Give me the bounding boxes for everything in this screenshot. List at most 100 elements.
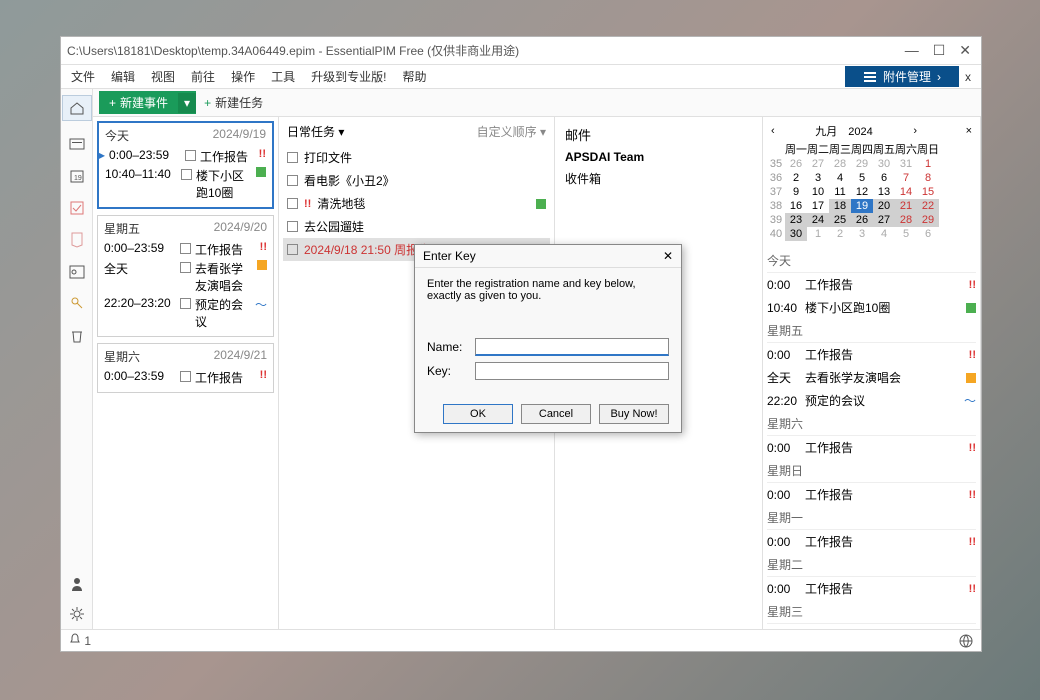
cal-day[interactable]: 26 [851, 213, 873, 227]
cal-day[interactable]: 19 [851, 199, 873, 213]
cal-day[interactable]: 26 [785, 157, 807, 171]
agenda-row[interactable]: 0:00工作报告!! [767, 530, 976, 553]
cal-day[interactable]: 23 [785, 213, 807, 227]
name-input[interactable] [475, 338, 669, 356]
menu-帮助[interactable]: 帮助 [396, 66, 432, 87]
cal-day[interactable]: 2 [785, 171, 807, 185]
nav-user[interactable] [68, 575, 86, 593]
cal-prev[interactable]: ‹ [771, 125, 775, 137]
menu-编辑[interactable]: 编辑 [105, 66, 141, 87]
menu-前往[interactable]: 前往 [185, 66, 221, 87]
cal-day[interactable]: 24 [807, 213, 829, 227]
cal-day[interactable]: 11 [829, 185, 851, 199]
nav-trash[interactable] [68, 327, 86, 345]
nav-passwords[interactable] [68, 295, 86, 313]
cal-day[interactable]: 29 [917, 213, 939, 227]
event-row[interactable]: 10:40–11:40楼下小区跑10圈 [105, 167, 266, 201]
cal-day[interactable]: 14 [895, 185, 917, 199]
cal-day[interactable]: 27 [873, 213, 895, 227]
agenda-row[interactable]: 0:00工作报告!! [767, 577, 976, 600]
menu-操作[interactable]: 操作 [225, 66, 261, 87]
globe-button[interactable] [959, 634, 973, 648]
cal-day[interactable]: 10 [807, 185, 829, 199]
day-card[interactable]: 星期五2024/9/200:00–23:59工作报告!!全天去看张学友演唱会22… [97, 215, 274, 337]
cal-day[interactable]: 30 [873, 157, 895, 171]
cal-day[interactable]: 20 [873, 199, 895, 213]
task-row[interactable]: 去公园遛娃 [283, 215, 550, 238]
cal-day[interactable]: 30 [785, 227, 807, 241]
agenda-row[interactable]: 0:00工作报告!! [767, 273, 976, 296]
event-row[interactable]: 0:00–23:59工作报告!! [104, 369, 267, 386]
menu-升级到专业版![interactable]: 升级到专业版! [305, 66, 392, 87]
cancel-button[interactable]: Cancel [521, 404, 591, 424]
cal-day[interactable]: 7 [895, 171, 917, 185]
agenda-row[interactable]: 10:40楼下小区跑10圈 [767, 296, 976, 319]
agenda-row[interactable]: 0:00工作报告!! [767, 343, 976, 366]
new-task-button[interactable]: + 新建任务 [204, 94, 263, 111]
event-row[interactable]: 22:20–23:20预定的会议〜 [104, 296, 267, 330]
nav-settings[interactable] [68, 605, 86, 623]
day-card[interactable]: 今天2024/9/19▸0:00–23:59工作报告!!10:40–11:40楼… [97, 121, 274, 209]
cal-day[interactable]: 18 [829, 199, 851, 213]
cal-day[interactable]: 22 [917, 199, 939, 213]
mail-inbox[interactable]: 收件箱 [559, 166, 758, 191]
nav-home[interactable] [62, 95, 92, 121]
cal-close[interactable]: × [966, 125, 972, 137]
ok-button[interactable]: OK [443, 404, 513, 424]
cal-day[interactable]: 1 [807, 227, 829, 241]
tasks-sort[interactable]: 自定义顺序 ▾ [477, 123, 546, 140]
notifications[interactable]: 1 [69, 633, 91, 648]
menu-视图[interactable]: 视图 [145, 66, 181, 87]
cal-day[interactable]: 4 [873, 227, 895, 241]
maximize-button[interactable]: ☐ [933, 42, 946, 59]
day-card[interactable]: 星期六2024/9/210:00–23:59工作报告!! [97, 343, 274, 393]
event-row[interactable]: ▸0:00–23:59工作报告!! [105, 148, 266, 165]
menu-工具[interactable]: 工具 [265, 66, 301, 87]
task-row[interactable]: !!清洗地毯 [283, 192, 550, 215]
cal-day[interactable]: 2 [829, 227, 851, 241]
nav-tasks[interactable] [68, 199, 86, 217]
cal-day[interactable]: 6 [873, 171, 895, 185]
cal-day[interactable]: 13 [873, 185, 895, 199]
nav-notes[interactable] [68, 231, 86, 249]
cal-day[interactable]: 12 [851, 185, 873, 199]
cal-day[interactable]: 6 [917, 227, 939, 241]
agenda-row[interactable]: 全天去看张学友演唱会 [767, 366, 976, 389]
new-event-dropdown[interactable]: ▾ [178, 93, 196, 113]
cal-day[interactable]: 3 [851, 227, 873, 241]
cal-day[interactable]: 29 [851, 157, 873, 171]
cal-day[interactable]: 28 [895, 213, 917, 227]
task-row[interactable]: 看电影《小丑2》 [283, 169, 550, 192]
dialog-close[interactable]: ✕ [663, 249, 673, 263]
agenda-row[interactable]: 0:00工作报告!! [767, 483, 976, 506]
cal-day[interactable]: 8 [917, 171, 939, 185]
cal-day[interactable]: 31 [895, 157, 917, 171]
cal-day[interactable]: 28 [829, 157, 851, 171]
cal-day[interactable]: 16 [785, 199, 807, 213]
cal-day[interactable]: 3 [807, 171, 829, 185]
cal-day[interactable]: 17 [807, 199, 829, 213]
buy-button[interactable]: Buy Now! [599, 404, 669, 424]
event-row[interactable]: 0:00–23:59工作报告!! [104, 241, 267, 258]
nav-calendar[interactable]: 19 [68, 167, 86, 185]
minimize-button[interactable]: — [905, 42, 919, 59]
cal-day[interactable]: 25 [829, 213, 851, 227]
task-row[interactable]: 打印文件 [283, 146, 550, 169]
cal-day[interactable]: 15 [917, 185, 939, 199]
cal-day[interactable]: 4 [829, 171, 851, 185]
cal-next[interactable]: › [913, 125, 917, 137]
cal-day[interactable]: 9 [785, 185, 807, 199]
nav-contacts2[interactable] [68, 263, 86, 281]
cal-day[interactable]: 5 [851, 171, 873, 185]
event-row[interactable]: 全天去看张学友演唱会 [104, 260, 267, 294]
key-input[interactable] [475, 362, 669, 380]
attachments-button[interactable]: 附件管理 › [845, 66, 959, 87]
close-button[interactable]: ✕ [959, 42, 971, 59]
new-event-button[interactable]: + 新建事件 ▾ [99, 91, 196, 114]
cal-day[interactable]: 5 [895, 227, 917, 241]
cal-day[interactable]: 27 [807, 157, 829, 171]
attachments-close[interactable]: x [959, 70, 977, 84]
nav-contacts[interactable] [68, 135, 86, 153]
agenda-row[interactable]: 22:20预定的会议〜 [767, 389, 976, 412]
cal-day[interactable]: 21 [895, 199, 917, 213]
